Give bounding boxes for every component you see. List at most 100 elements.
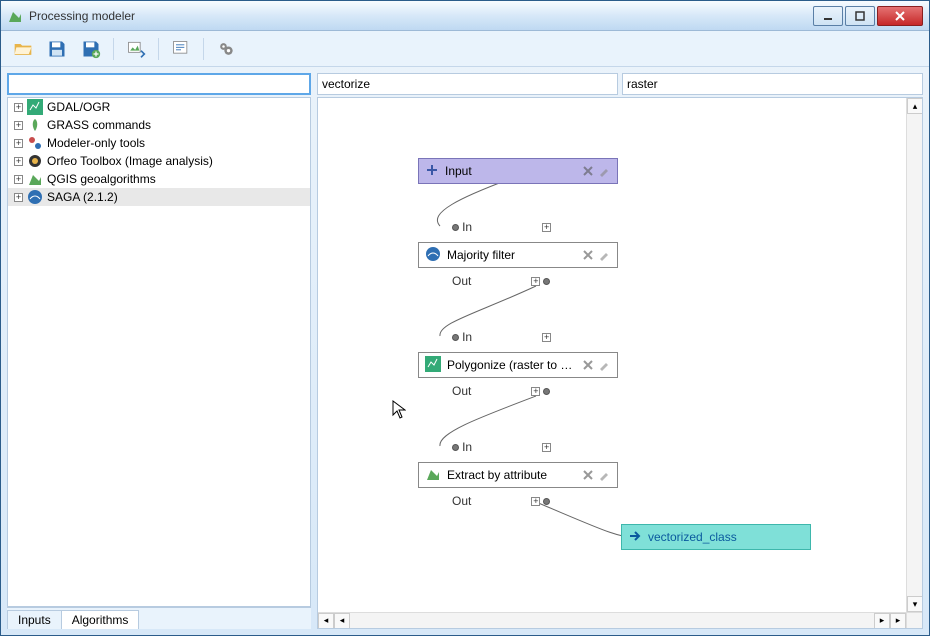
qgis-icon bbox=[425, 466, 441, 485]
node-majority-filter[interactable]: Majority filter bbox=[418, 242, 618, 268]
group-name-input[interactable] bbox=[622, 73, 923, 95]
model-canvas[interactable]: Input In + bbox=[318, 98, 906, 612]
port-in: In + bbox=[418, 218, 551, 236]
node-label: Polygonize (raster to vect... bbox=[447, 358, 575, 372]
node-output[interactable]: vectorized_class bbox=[621, 524, 811, 550]
gdal-icon bbox=[27, 99, 43, 115]
tree-label: Modeler-only tools bbox=[47, 136, 145, 150]
scroll-right-icon[interactable]: ▸ bbox=[874, 613, 890, 629]
port-dot[interactable] bbox=[543, 388, 550, 395]
node-polygonize[interactable]: Polygonize (raster to vect... bbox=[418, 352, 618, 378]
edit-help-button[interactable] bbox=[169, 37, 193, 61]
tree-label: GRASS commands bbox=[47, 118, 151, 132]
mouse-cursor-icon bbox=[392, 400, 406, 420]
port-out: Out + bbox=[418, 272, 550, 290]
right-pane: Input In + bbox=[317, 73, 923, 629]
run-button[interactable] bbox=[214, 37, 238, 61]
scroll-left-icon[interactable]: ◂ bbox=[334, 613, 350, 629]
node-label: Input bbox=[445, 164, 575, 178]
scroll-up-icon[interactable]: ▴ bbox=[907, 98, 923, 114]
port-expand-icon[interactable]: + bbox=[531, 387, 540, 396]
gdal-icon bbox=[425, 356, 441, 375]
port-expand-icon[interactable]: + bbox=[542, 223, 551, 232]
tree-label: Orfeo Toolbox (Image analysis) bbox=[47, 154, 213, 168]
export-image-button[interactable] bbox=[124, 37, 148, 61]
expand-icon[interactable]: + bbox=[14, 139, 23, 148]
edit-icon[interactable] bbox=[597, 358, 611, 372]
node-input[interactable]: Input bbox=[418, 158, 618, 184]
orfeo-icon bbox=[27, 153, 43, 169]
titlebar: Processing modeler bbox=[1, 1, 929, 31]
modeler-icon bbox=[27, 135, 43, 151]
separator bbox=[158, 38, 159, 60]
expand-icon[interactable]: + bbox=[14, 193, 23, 202]
delete-icon[interactable] bbox=[581, 358, 595, 372]
port-expand-icon[interactable]: + bbox=[542, 443, 551, 452]
tree-item-gdal[interactable]: + GDAL/OGR bbox=[8, 98, 310, 116]
port-dot[interactable] bbox=[543, 498, 550, 505]
close-button[interactable] bbox=[877, 6, 923, 26]
grass-icon bbox=[27, 117, 43, 133]
expand-icon[interactable]: + bbox=[14, 157, 23, 166]
expand-icon[interactable]: + bbox=[14, 121, 23, 130]
window: Processing modeler + GDAL/OGR bbox=[0, 0, 930, 636]
tree-label: QGIS geoalgorithms bbox=[47, 172, 156, 186]
model-name-input[interactable] bbox=[317, 73, 618, 95]
port-dot[interactable] bbox=[452, 224, 459, 231]
port-expand-icon[interactable]: + bbox=[542, 333, 551, 342]
edit-icon[interactable] bbox=[597, 468, 611, 482]
window-title: Processing modeler bbox=[29, 9, 811, 23]
node-label: Majority filter bbox=[447, 248, 575, 262]
tree-item-modeler[interactable]: + Modeler-only tools bbox=[8, 134, 310, 152]
plus-icon bbox=[425, 163, 439, 180]
canvas-wrap: Input In + bbox=[317, 97, 923, 629]
scroll-right-icon[interactable]: ▸ bbox=[890, 613, 906, 629]
expand-icon[interactable]: + bbox=[14, 175, 23, 184]
delete-icon[interactable] bbox=[581, 248, 595, 262]
delete-icon[interactable] bbox=[581, 468, 595, 482]
port-in: In + bbox=[418, 438, 551, 456]
scroll-left-icon[interactable]: ◂ bbox=[318, 613, 334, 629]
tree-item-grass[interactable]: + GRASS commands bbox=[8, 116, 310, 134]
toolbar bbox=[1, 31, 929, 67]
port-dot[interactable] bbox=[452, 334, 459, 341]
expand-icon[interactable]: + bbox=[14, 103, 23, 112]
separator bbox=[203, 38, 204, 60]
node-label: vectorized_class bbox=[648, 530, 804, 544]
horizontal-scrollbar[interactable]: ◂ ◂ ▸ ▸ bbox=[318, 612, 906, 628]
node-label: Extract by attribute bbox=[447, 468, 575, 482]
left-tabs: Inputs Algorithms bbox=[7, 607, 311, 629]
minimize-button[interactable] bbox=[813, 6, 843, 26]
tree-item-saga[interactable]: + SAGA (2.1.2) bbox=[8, 188, 310, 206]
node-extract-attribute[interactable]: Extract by attribute bbox=[418, 462, 618, 488]
port-out: Out + bbox=[418, 382, 550, 400]
port-dot[interactable] bbox=[543, 278, 550, 285]
app-icon bbox=[7, 8, 23, 24]
edit-icon[interactable] bbox=[597, 248, 611, 262]
saga-icon bbox=[27, 189, 43, 205]
tree-item-orfeo[interactable]: + Orfeo Toolbox (Image analysis) bbox=[8, 152, 310, 170]
algorithm-tree[interactable]: + GDAL/OGR + GRASS commands + Modeler-on… bbox=[7, 97, 311, 607]
vertical-scrollbar[interactable]: ▴ ▾ bbox=[906, 98, 922, 612]
left-pane: + GDAL/OGR + GRASS commands + Modeler-on… bbox=[7, 73, 311, 629]
delete-icon[interactable] bbox=[581, 164, 595, 178]
tree-label: SAGA (2.1.2) bbox=[47, 190, 118, 204]
maximize-button[interactable] bbox=[845, 6, 875, 26]
tab-algorithms[interactable]: Algorithms bbox=[61, 610, 140, 629]
open-button[interactable] bbox=[11, 37, 35, 61]
port-expand-icon[interactable]: + bbox=[531, 277, 540, 286]
search-input[interactable] bbox=[7, 73, 311, 95]
saga-icon bbox=[425, 246, 441, 265]
port-dot[interactable] bbox=[452, 444, 459, 451]
tree-label: GDAL/OGR bbox=[47, 100, 110, 114]
tab-inputs[interactable]: Inputs bbox=[7, 610, 62, 629]
scroll-corner bbox=[906, 612, 922, 628]
tree-item-qgis[interactable]: + QGIS geoalgorithms bbox=[8, 170, 310, 188]
port-expand-icon[interactable]: + bbox=[531, 497, 540, 506]
edit-icon[interactable] bbox=[597, 164, 611, 178]
qgis-icon bbox=[27, 171, 43, 187]
port-out: Out + bbox=[418, 492, 550, 510]
saveas-button[interactable] bbox=[79, 37, 103, 61]
save-button[interactable] bbox=[45, 37, 69, 61]
scroll-down-icon[interactable]: ▾ bbox=[907, 596, 923, 612]
